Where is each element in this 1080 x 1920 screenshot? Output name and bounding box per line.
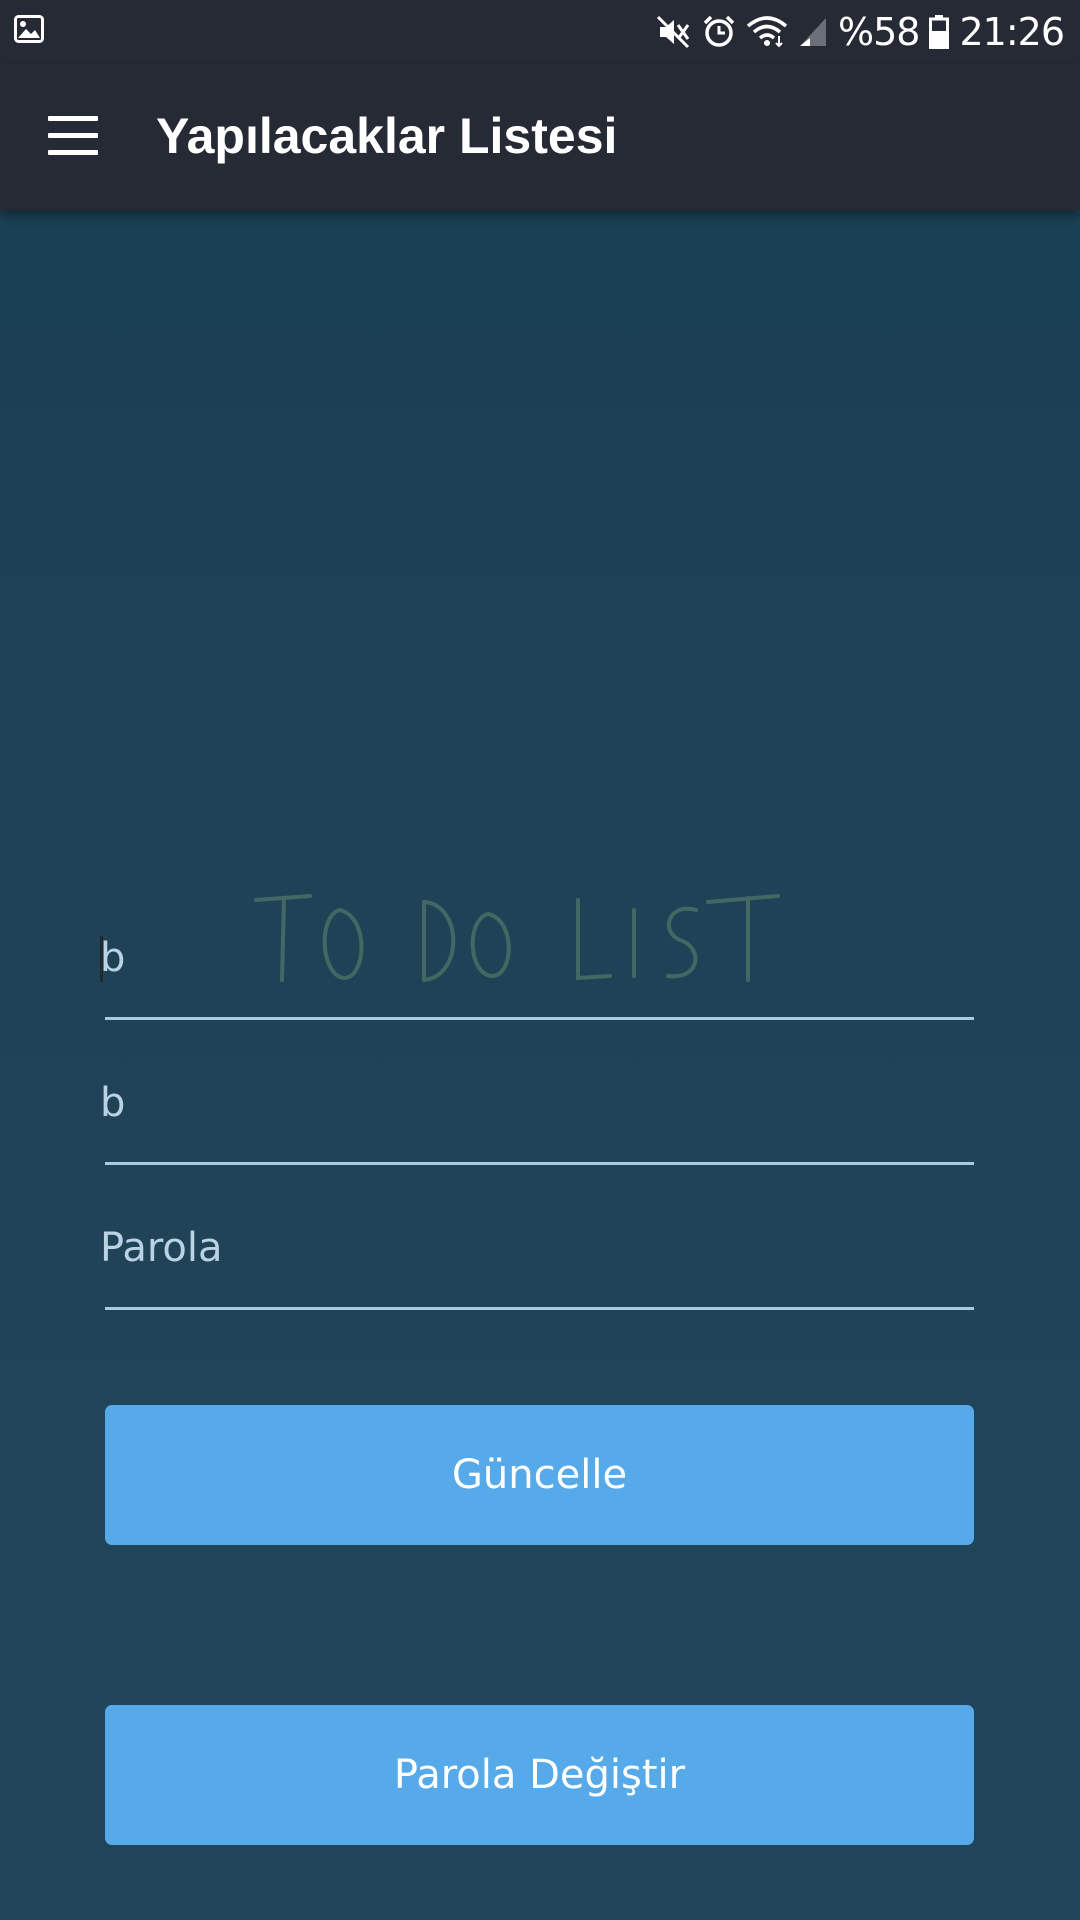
change-password-button[interactable]: Parola Değiştir	[105, 1705, 974, 1845]
password-field[interactable]	[100, 1198, 976, 1310]
status-icons: %58 21:26	[656, 0, 1065, 64]
wifi-icon	[746, 16, 788, 48]
battery-percent: %58	[838, 10, 920, 54]
email-input[interactable]	[100, 1053, 960, 1153]
gallery-icon	[14, 15, 44, 43]
status-time: 21:26	[959, 10, 1065, 54]
field-underline	[105, 1307, 974, 1310]
battery-icon	[929, 15, 950, 49]
screen: %58 21:26 Yapılacaklar Listesi b b Günce…	[0, 0, 1080, 1920]
status-bar: %58 21:26	[0, 0, 1080, 64]
hamburger-menu-icon[interactable]	[48, 116, 98, 156]
app-bar: Yapılacaklar Listesi	[0, 64, 1080, 210]
app-title: Yapılacaklar Listesi	[156, 108, 618, 164]
update-button[interactable]: Güncelle	[105, 1405, 974, 1545]
email-field[interactable]	[100, 1053, 976, 1165]
field-underline	[105, 1162, 974, 1165]
signal-icon	[798, 16, 828, 48]
alarm-icon	[702, 15, 736, 49]
name-field[interactable]	[100, 908, 976, 1020]
field-underline	[105, 1017, 974, 1020]
mute-icon	[656, 15, 692, 49]
password-input[interactable]	[100, 1198, 960, 1298]
name-input[interactable]	[100, 908, 960, 1008]
